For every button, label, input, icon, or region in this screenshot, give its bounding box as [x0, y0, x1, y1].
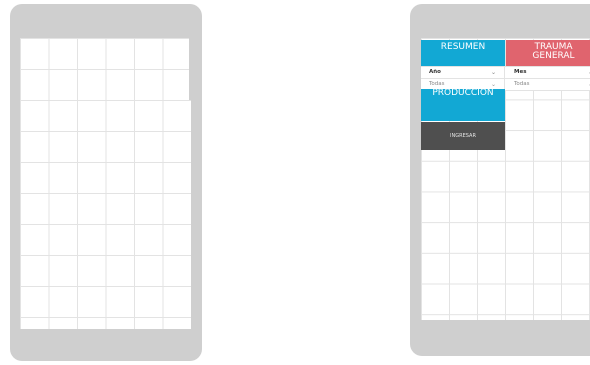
ingresar-button[interactable]: INGRESAR	[421, 122, 505, 150]
month-filter-label: Mes	[514, 69, 527, 75]
month-filter-select[interactable]: Todas ⌄	[506, 79, 590, 90]
year-filter-value: Todas	[429, 81, 445, 87]
chevron-down-icon: ⌄	[490, 69, 496, 76]
year-filter-label-cell[interactable]: Año ⌄	[421, 67, 505, 78]
dashboard-screen: RESUMEN TRAUMA GENERAL Año ⌄ Mes ⌄ Todas…	[421, 38, 590, 320]
phone-frame-left	[10, 4, 202, 361]
phone-frame-right: RESUMEN TRAUMA GENERAL Año ⌄ Mes ⌄ Todas…	[410, 4, 590, 356]
blank-grid-screen-left	[20, 38, 191, 329]
produccion-tile[interactable]: PRODUCCION	[421, 89, 505, 121]
resumen-label: RESUMEN	[440, 42, 486, 52]
trauma-general-tile[interactable]: TRAUMA GENERAL	[506, 40, 590, 66]
produccion-label: PRODUCCION	[432, 88, 494, 98]
year-filter-label: Año	[429, 69, 441, 75]
trauma-label-line2: GENERAL	[532, 51, 575, 61]
scroll-edge-marker	[189, 38, 191, 100]
month-filter-label-cell[interactable]: Mes ⌄	[506, 67, 590, 78]
resumen-tile[interactable]: RESUMEN	[421, 40, 505, 66]
month-filter-value: Todas	[514, 81, 530, 87]
